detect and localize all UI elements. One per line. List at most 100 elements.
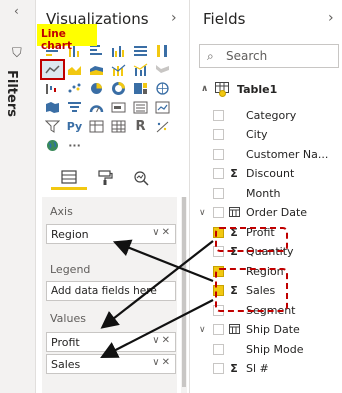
values-well-field-profit[interactable]: Profit ∨✕	[46, 332, 176, 352]
slicer-icon[interactable]	[42, 118, 63, 135]
globe-visual-icon[interactable]	[42, 137, 63, 154]
calendar-icon	[228, 323, 240, 337]
clustered-column-chart-icon[interactable]	[108, 42, 129, 59]
fields-search-input[interactable]: ⌕ Search	[199, 44, 339, 68]
table-visual-icon[interactable]	[86, 118, 107, 135]
field-checkbox[interactable]	[213, 129, 224, 140]
waterfall-chart-icon[interactable]	[42, 80, 63, 97]
kpi-icon[interactable]	[152, 99, 173, 116]
filled-map-icon[interactable]	[42, 99, 63, 116]
line-and-stacked-column-chart-icon[interactable]	[108, 61, 129, 78]
analytics-tab[interactable]	[123, 166, 159, 190]
paint-roller-icon	[98, 170, 113, 185]
legend-well-label: Legend	[50, 263, 91, 276]
viz-pane-tabs	[51, 166, 181, 192]
scatter-chart-icon[interactable]	[64, 80, 85, 97]
area-chart-icon[interactable]	[64, 61, 85, 78]
chevron-down-icon[interactable]: ∨	[199, 208, 206, 218]
field-item-sl[interactable]: Σ Sl #	[213, 360, 269, 378]
axis-field-name: Region	[51, 228, 89, 241]
chevron-down-icon[interactable]: ∧	[201, 84, 215, 94]
calendar-icon	[228, 206, 240, 220]
search-icon: ⌕	[207, 49, 214, 63]
values-field-name: Sales	[51, 358, 81, 371]
fields-pane: Fields › ⌕ Search ∧ Table1 Category City C…	[191, 0, 342, 393]
table-in-use-badge-icon	[219, 90, 226, 97]
field-name: Sl #	[246, 362, 269, 375]
field-checkbox[interactable]	[213, 207, 224, 218]
chevron-down-icon[interactable]: ∨	[199, 325, 206, 335]
funnel-chart-icon[interactable]	[64, 99, 85, 116]
field-checkbox[interactable]	[213, 148, 224, 160]
chevron-right-icon[interactable]: ›	[171, 10, 177, 26]
python-visual-icon[interactable]: Py	[64, 118, 85, 135]
field-checkbox[interactable]	[213, 109, 224, 121]
field-name: Category	[246, 108, 297, 122]
field-item-city[interactable]: City	[213, 126, 268, 144]
more-visuals-icon[interactable]: ···	[64, 137, 85, 154]
table-icon	[215, 82, 231, 97]
filters-label[interactable]: Filters	[4, 70, 19, 117]
fields-tab[interactable]	[51, 166, 87, 190]
field-item-category[interactable]: Category	[213, 106, 296, 124]
values-well-field-sales[interactable]: Sales ∨✕	[46, 354, 176, 374]
legend-well-drop-zone[interactable]: Add data fields here	[46, 281, 176, 301]
map-icon[interactable]	[152, 80, 173, 97]
line-chart-tooltip: Line chart	[37, 24, 97, 52]
chevron-left-icon[interactable]: ‹	[14, 4, 19, 18]
treemap-icon[interactable]	[130, 80, 151, 97]
ribbon-chart-icon[interactable]	[152, 61, 173, 78]
table-node-table1[interactable]: ∧ Table1	[201, 80, 277, 98]
sigma-icon: Σ	[230, 362, 238, 375]
matrix-visual-icon[interactable]	[108, 118, 129, 135]
fields-title: Fields	[203, 10, 246, 28]
100-stacked-bar-chart-icon[interactable]	[130, 42, 151, 59]
field-checkbox[interactable]	[213, 363, 224, 374]
key-influencers-icon[interactable]	[152, 118, 173, 135]
highlight-box-profit	[215, 227, 288, 252]
100-stacked-column-chart-icon[interactable]	[152, 42, 173, 59]
multi-row-card-icon[interactable]	[130, 99, 151, 116]
visualizations-pane: Visualizations › Py R ··· Line chart Axi…	[37, 0, 190, 393]
field-name: Discount	[246, 167, 295, 180]
field-checkbox[interactable]	[213, 343, 224, 355]
field-name: City	[246, 128, 268, 141]
filter-icon: ⛉	[12, 46, 22, 61]
field-dropdown-remove-icons[interactable]: ∨✕	[152, 335, 172, 346]
field-dropdown-remove-icons[interactable]: ∨✕	[152, 357, 172, 368]
field-name: Month	[246, 186, 281, 200]
field-item-ship-date[interactable]: ∨ Ship Date	[199, 321, 300, 339]
visual-type-gallery: Py R ···	[40, 42, 184, 156]
format-tab[interactable]	[87, 166, 123, 190]
highlight-box-region-sales	[215, 268, 288, 312]
field-item-ship-mode[interactable]: Ship Mode	[213, 340, 303, 358]
pie-chart-icon[interactable]	[86, 80, 107, 97]
field-item-month[interactable]: Month	[213, 184, 280, 202]
field-item-order-date[interactable]: ∨ Order Date	[199, 204, 308, 222]
values-field-name: Profit	[51, 336, 80, 349]
field-dropdown-remove-icons[interactable]: ∨✕	[152, 227, 172, 238]
card-icon[interactable]	[108, 99, 129, 116]
chevron-right-icon[interactable]: ›	[328, 10, 334, 26]
field-checkbox[interactable]	[213, 324, 224, 335]
axis-well-label: Axis	[50, 205, 73, 218]
sigma-icon: Σ	[230, 167, 238, 180]
field-checkbox[interactable]	[213, 168, 224, 179]
field-name: Order Date	[246, 206, 308, 219]
scrollbar-thumb[interactable]	[182, 197, 186, 387]
filters-pane-collapsed[interactable]: ‹ ⛉ Filters	[0, 0, 36, 393]
stacked-area-chart-icon[interactable]	[86, 61, 107, 78]
line-and-clustered-column-chart-icon[interactable]	[130, 61, 151, 78]
field-item-customer-na[interactable]: Customer Na...	[213, 145, 328, 163]
line-chart-icon[interactable]	[40, 59, 65, 80]
axis-well-field[interactable]: Region ∨✕	[46, 224, 176, 244]
field-checkbox[interactable]	[213, 187, 224, 199]
r-visual-icon[interactable]: R	[130, 118, 151, 135]
field-name: Ship Mode	[246, 342, 304, 356]
field-name: Ship Date	[246, 323, 300, 336]
viz-pane-scrollbar[interactable]	[181, 197, 187, 393]
field-item-discount[interactable]: Σ Discount	[213, 165, 294, 183]
search-placeholder: Search	[226, 49, 268, 63]
donut-chart-icon[interactable]	[108, 80, 129, 97]
gauge-icon[interactable]	[86, 99, 107, 116]
